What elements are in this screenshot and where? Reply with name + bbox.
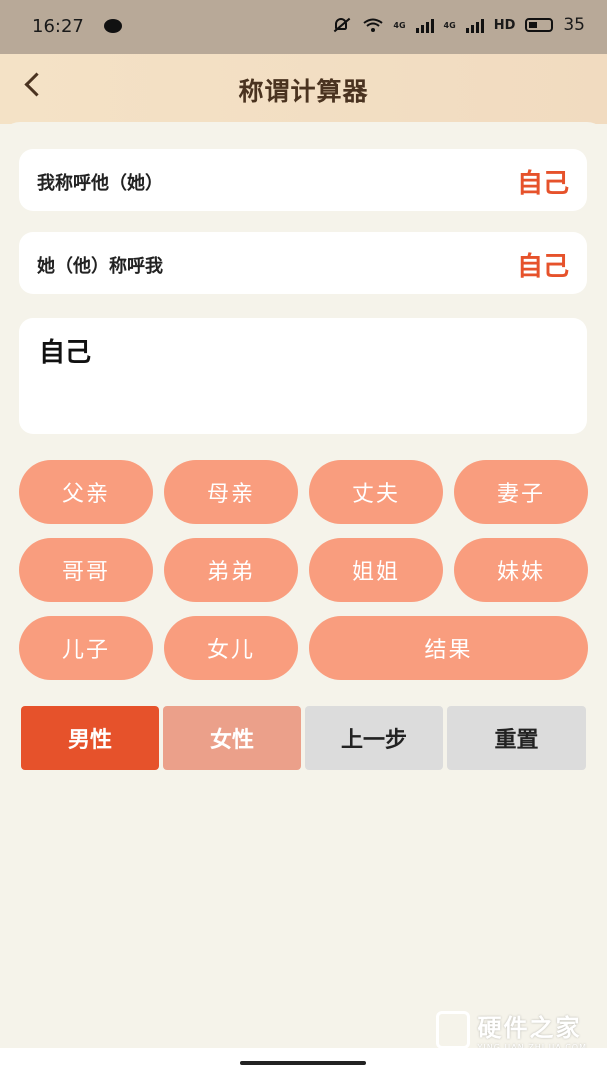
hd-label: HD bbox=[493, 17, 516, 33]
watermark-cn: 硬件之家 bbox=[477, 1014, 582, 1042]
page-title: 称谓计算器 bbox=[238, 77, 369, 106]
home-indicator[interactable] bbox=[240, 1061, 366, 1065]
network-4g-label-2: 4G bbox=[443, 20, 456, 30]
husband-button[interactable]: 丈夫 bbox=[309, 460, 443, 524]
result-button[interactable]: 结果 bbox=[309, 616, 588, 680]
i-call-value: 自己 bbox=[516, 169, 569, 199]
reset-button[interactable]: 重置 bbox=[447, 706, 586, 770]
younger-sister-button[interactable]: 妹妹 bbox=[454, 538, 588, 602]
status-bar: 16:27 4G 4G HD 35 bbox=[0, 0, 607, 54]
previous-step-button[interactable]: 上一步 bbox=[305, 706, 443, 770]
wifi-icon bbox=[363, 18, 384, 32]
younger-brother-button[interactable]: 弟弟 bbox=[164, 538, 298, 602]
status-icons: 4G 4G HD 35 bbox=[331, 15, 585, 35]
male-button[interactable]: 男性 bbox=[21, 706, 159, 770]
elder-sister-button[interactable]: 姐姐 bbox=[309, 538, 443, 602]
elder-brother-button[interactable]: 哥哥 bbox=[19, 538, 153, 602]
battery-icon bbox=[525, 18, 554, 32]
i-call-label: 我称呼他（她） bbox=[37, 173, 163, 194]
battery-level: 35 bbox=[563, 15, 585, 35]
watermark-logo-icon bbox=[435, 1011, 470, 1049]
watermark: 硬件之家 YING JIAN ZHI JIA.COM bbox=[435, 1008, 587, 1052]
son-button[interactable]: 儿子 bbox=[19, 616, 153, 680]
female-button[interactable]: 女性 bbox=[163, 706, 301, 770]
app-header: 称谓计算器 bbox=[0, 54, 607, 124]
chat-bubble-icon bbox=[104, 19, 122, 33]
relation-input-text: 自己 bbox=[39, 338, 92, 368]
they-call-row: 她（他）称呼我 自己 bbox=[19, 232, 587, 294]
main-panel: 我称呼他（她） 自己 她（他）称呼我 自己 自己 父亲 母亲 丈夫 妻子 哥哥 … bbox=[0, 122, 607, 1052]
they-call-value: 自己 bbox=[516, 252, 569, 282]
i-call-row: 我称呼他（她） 自己 bbox=[19, 149, 587, 211]
relation-input[interactable]: 自己 bbox=[19, 318, 587, 434]
mute-bell-icon bbox=[331, 16, 353, 34]
they-call-label: 她（他）称呼我 bbox=[37, 256, 163, 277]
father-button[interactable]: 父亲 bbox=[19, 460, 153, 524]
status-time: 16:27 bbox=[32, 16, 84, 37]
mother-button[interactable]: 母亲 bbox=[164, 460, 298, 524]
network-4g-label: 4G bbox=[393, 20, 406, 30]
signal-icon-2 bbox=[465, 17, 484, 33]
daughter-button[interactable]: 女儿 bbox=[164, 616, 298, 680]
signal-icon bbox=[415, 17, 434, 33]
wife-button[interactable]: 妻子 bbox=[454, 460, 588, 524]
